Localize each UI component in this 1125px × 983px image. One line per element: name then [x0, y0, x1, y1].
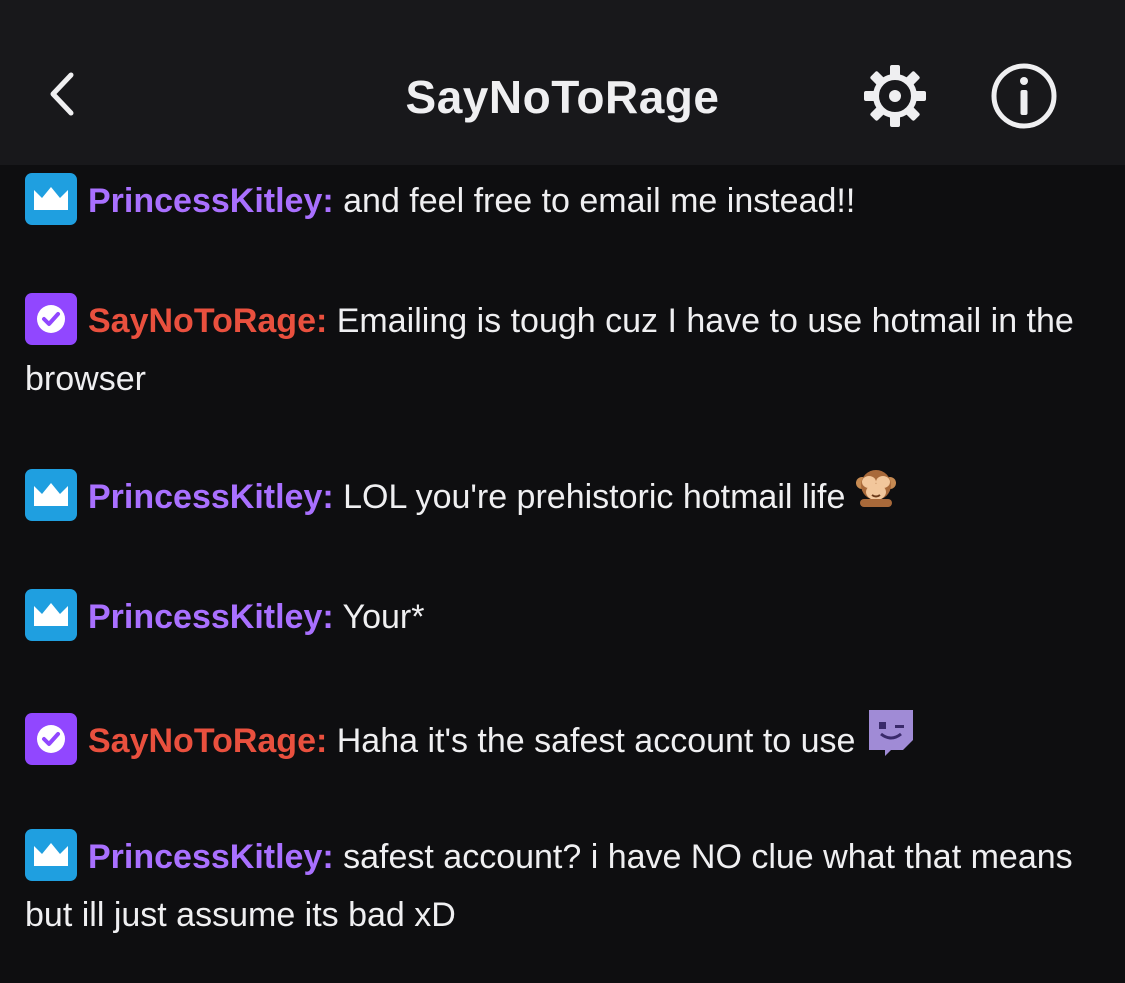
chat-message: PrincessKitley: Your*: [25, 588, 1095, 646]
gear-icon: [860, 61, 930, 136]
chat-message: SayNoToRage: Emailing is tough cuz I hav…: [25, 292, 1095, 408]
subscriber-crown-icon[interactable]: [25, 469, 77, 522]
chat-username[interactable]: PrincessKitley:: [88, 838, 334, 876]
subscriber-crown-icon[interactable]: [25, 589, 77, 642]
chat-username[interactable]: SayNoToRage:: [88, 302, 327, 340]
chat-message: PrincessKitley: LOL you're prehistoric h…: [25, 468, 1095, 529]
chat-message-list[interactable]: PrincessKitley: and feel free to email m…: [0, 165, 1125, 983]
chat-username[interactable]: PrincessKitley:: [88, 182, 334, 220]
subscriber-crown-icon[interactable]: [25, 173, 77, 226]
glitch-wink-emote: [865, 704, 917, 774]
chat-message: PrincessKitley: and feel free to email m…: [25, 172, 1095, 230]
info-circle-icon: [990, 62, 1058, 135]
chevron-left-icon: [46, 70, 78, 123]
chat-message-text: LOL you're prehistoric hotmail life: [343, 478, 846, 516]
verified-check-icon[interactable]: [25, 293, 77, 346]
chat-message-text: and feel free to email me instead!!: [343, 182, 856, 220]
settings-button[interactable]: [856, 62, 934, 134]
subscriber-crown-icon[interactable]: [25, 829, 77, 882]
chat-message-text: Haha it's the safest account to use: [336, 721, 856, 760]
see-no-evil-monkey-emoji: [855, 465, 897, 525]
chat-username[interactable]: SayNoToRage:: [88, 722, 327, 760]
chat-username[interactable]: PrincessKitley:: [88, 478, 334, 516]
channel-title: SayNoToRage: [405, 71, 720, 123]
chat-username[interactable]: PrincessKitley:: [88, 598, 334, 636]
chat-message: PrincessKitley: safest account? i have N…: [25, 828, 1095, 944]
verified-check-icon[interactable]: [25, 713, 77, 765]
info-button[interactable]: [985, 62, 1063, 134]
chat-message-text: Your*: [342, 598, 425, 636]
chat-message: SayNoToRage: Haha it's the safest accoun…: [25, 708, 1095, 778]
chat-header: SayNoToRage: [0, 0, 1125, 165]
back-button[interactable]: [38, 66, 86, 126]
